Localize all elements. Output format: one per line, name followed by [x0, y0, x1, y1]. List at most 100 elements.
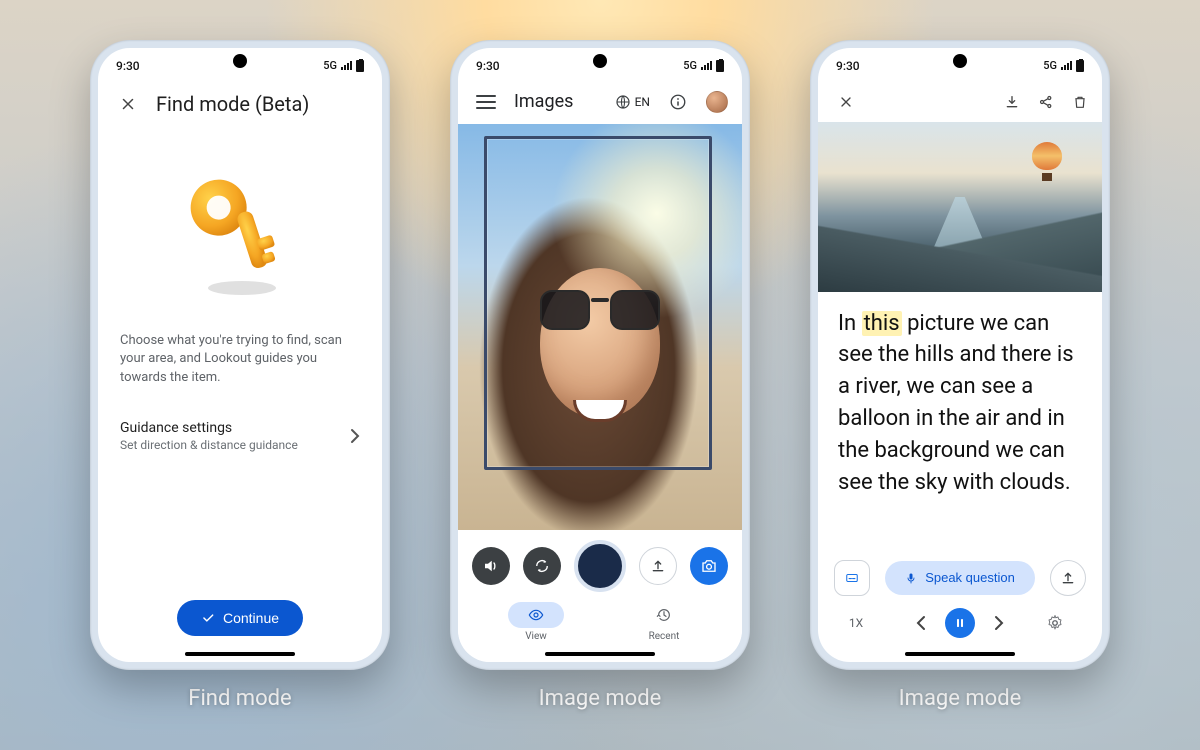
top-bar — [818, 84, 1102, 122]
flip-camera-button[interactable] — [523, 547, 561, 585]
tab-recent-label: Recent — [649, 631, 680, 642]
phone-frame: 9:30 5G — [810, 40, 1110, 670]
check-icon — [201, 611, 215, 625]
camera-viewfinder[interactable] — [458, 124, 742, 530]
signal-icon — [1061, 61, 1072, 70]
desc-highlight: this — [862, 311, 902, 336]
playback-nav — [915, 608, 1005, 638]
camera-hole — [953, 54, 967, 68]
share-icon[interactable] — [1038, 94, 1054, 110]
menu-icon[interactable] — [472, 88, 500, 116]
image-description: In this picture we can see the hills and… — [818, 292, 1102, 554]
phone-slot-image-camera: 9:30 5G Images — [450, 40, 750, 711]
info-icon[interactable] — [664, 88, 692, 116]
eye-icon — [528, 607, 544, 623]
desc-post: picture we can see the hills and there i… — [838, 311, 1074, 495]
status-right: 5G — [683, 59, 724, 72]
app-title: Images — [514, 91, 573, 112]
language-label: EN — [635, 95, 650, 109]
screen-image-result: 9:30 5G — [818, 48, 1102, 662]
next-button[interactable] — [993, 615, 1005, 631]
app-bar: Images EN — [458, 84, 742, 124]
mic-icon — [905, 570, 917, 586]
settings-label: Guidance settings — [120, 420, 298, 436]
export-button[interactable] — [1050, 560, 1086, 596]
battery-icon — [356, 60, 364, 72]
speak-label: Speak question — [925, 570, 1015, 585]
focus-box — [484, 136, 712, 470]
battery-icon — [1076, 60, 1084, 72]
bottom-tabs: View Recent — [472, 602, 728, 654]
screen-image-camera: 9:30 5G Images — [458, 48, 742, 662]
captions-icon — [843, 571, 861, 585]
signal-icon — [701, 61, 712, 70]
status-time: 9:30 — [116, 59, 140, 73]
status-right: 5G — [1043, 59, 1084, 72]
history-icon — [656, 607, 672, 623]
home-indicator[interactable] — [185, 652, 295, 656]
tab-recent[interactable]: Recent — [636, 602, 692, 642]
caption-image-result: Image mode — [899, 686, 1022, 711]
key-illustration — [180, 158, 300, 298]
avatar[interactable] — [706, 91, 728, 113]
phone-slot-image-result: 9:30 5G — [810, 40, 1110, 711]
page-title: Find mode (Beta) — [156, 92, 309, 116]
speak-question-button[interactable]: Speak question — [885, 561, 1035, 595]
captions-button[interactable] — [834, 560, 870, 596]
upload-button[interactable] — [639, 547, 677, 585]
signal-icon — [341, 61, 352, 70]
balloon-illustration — [1032, 142, 1062, 181]
phone-frame: 9:30 5G Images — [450, 40, 750, 670]
battery-icon — [716, 60, 724, 72]
status-right: 5G — [323, 59, 364, 72]
upload-icon — [650, 558, 666, 574]
upload-icon — [1060, 570, 1076, 586]
shutter-button[interactable] — [574, 540, 626, 592]
camera-hole — [593, 54, 607, 68]
settings-icon[interactable] — [1046, 614, 1082, 632]
status-time: 9:30 — [836, 59, 860, 73]
result-image[interactable] — [818, 122, 1102, 292]
tab-view-label: View — [525, 631, 547, 642]
download-icon[interactable] — [1004, 94, 1020, 110]
mountains-illustration — [818, 177, 1102, 292]
sound-button[interactable] — [472, 547, 510, 585]
chevron-right-icon — [350, 428, 360, 444]
description: Choose what you're trying to find, scan … — [120, 332, 360, 389]
globe-icon — [615, 94, 631, 110]
body: Choose what you're trying to find, scan … — [98, 128, 382, 600]
home-indicator[interactable] — [905, 652, 1015, 656]
camera-hole — [233, 54, 247, 68]
desc-pre: In — [838, 311, 862, 336]
continue-button[interactable]: Continue — [177, 600, 303, 636]
phone-slot-find-mode: 9:30 5G Find mode (Beta) — [90, 40, 390, 711]
title-bar: Find mode (Beta) — [98, 84, 382, 128]
guidance-settings-row[interactable]: Guidance settings Set direction & distan… — [120, 398, 360, 474]
flip-icon — [533, 557, 551, 575]
status-network: 5G — [1043, 59, 1057, 72]
pause-icon — [954, 617, 966, 629]
actions: Speak question 1X — [818, 554, 1102, 662]
home-indicator[interactable] — [545, 652, 655, 656]
camera-mode-button[interactable] — [690, 547, 728, 585]
caption-image-camera: Image mode — [539, 686, 662, 711]
status-network: 5G — [323, 59, 337, 72]
phone-frame: 9:30 5G Find mode (Beta) — [90, 40, 390, 670]
sound-icon — [482, 557, 500, 575]
camera-controls: View Recent — [458, 530, 742, 662]
status-time: 9:30 — [476, 59, 500, 73]
prev-button[interactable] — [915, 615, 927, 631]
tab-view[interactable]: View — [508, 602, 564, 642]
camera-icon — [700, 557, 718, 575]
language-button[interactable]: EN — [615, 94, 650, 110]
caption-find-mode: Find mode — [188, 686, 291, 711]
status-network: 5G — [683, 59, 697, 72]
marketing-backdrop: 9:30 5G Find mode (Beta) — [0, 0, 1200, 750]
pause-button[interactable] — [945, 608, 975, 638]
close-icon[interactable] — [832, 88, 860, 116]
continue-label: Continue — [223, 610, 279, 626]
screen-find-mode: 9:30 5G Find mode (Beta) — [98, 48, 382, 662]
delete-icon[interactable] — [1072, 93, 1088, 111]
close-icon[interactable] — [114, 90, 142, 118]
zoom-level[interactable]: 1X — [838, 616, 874, 630]
